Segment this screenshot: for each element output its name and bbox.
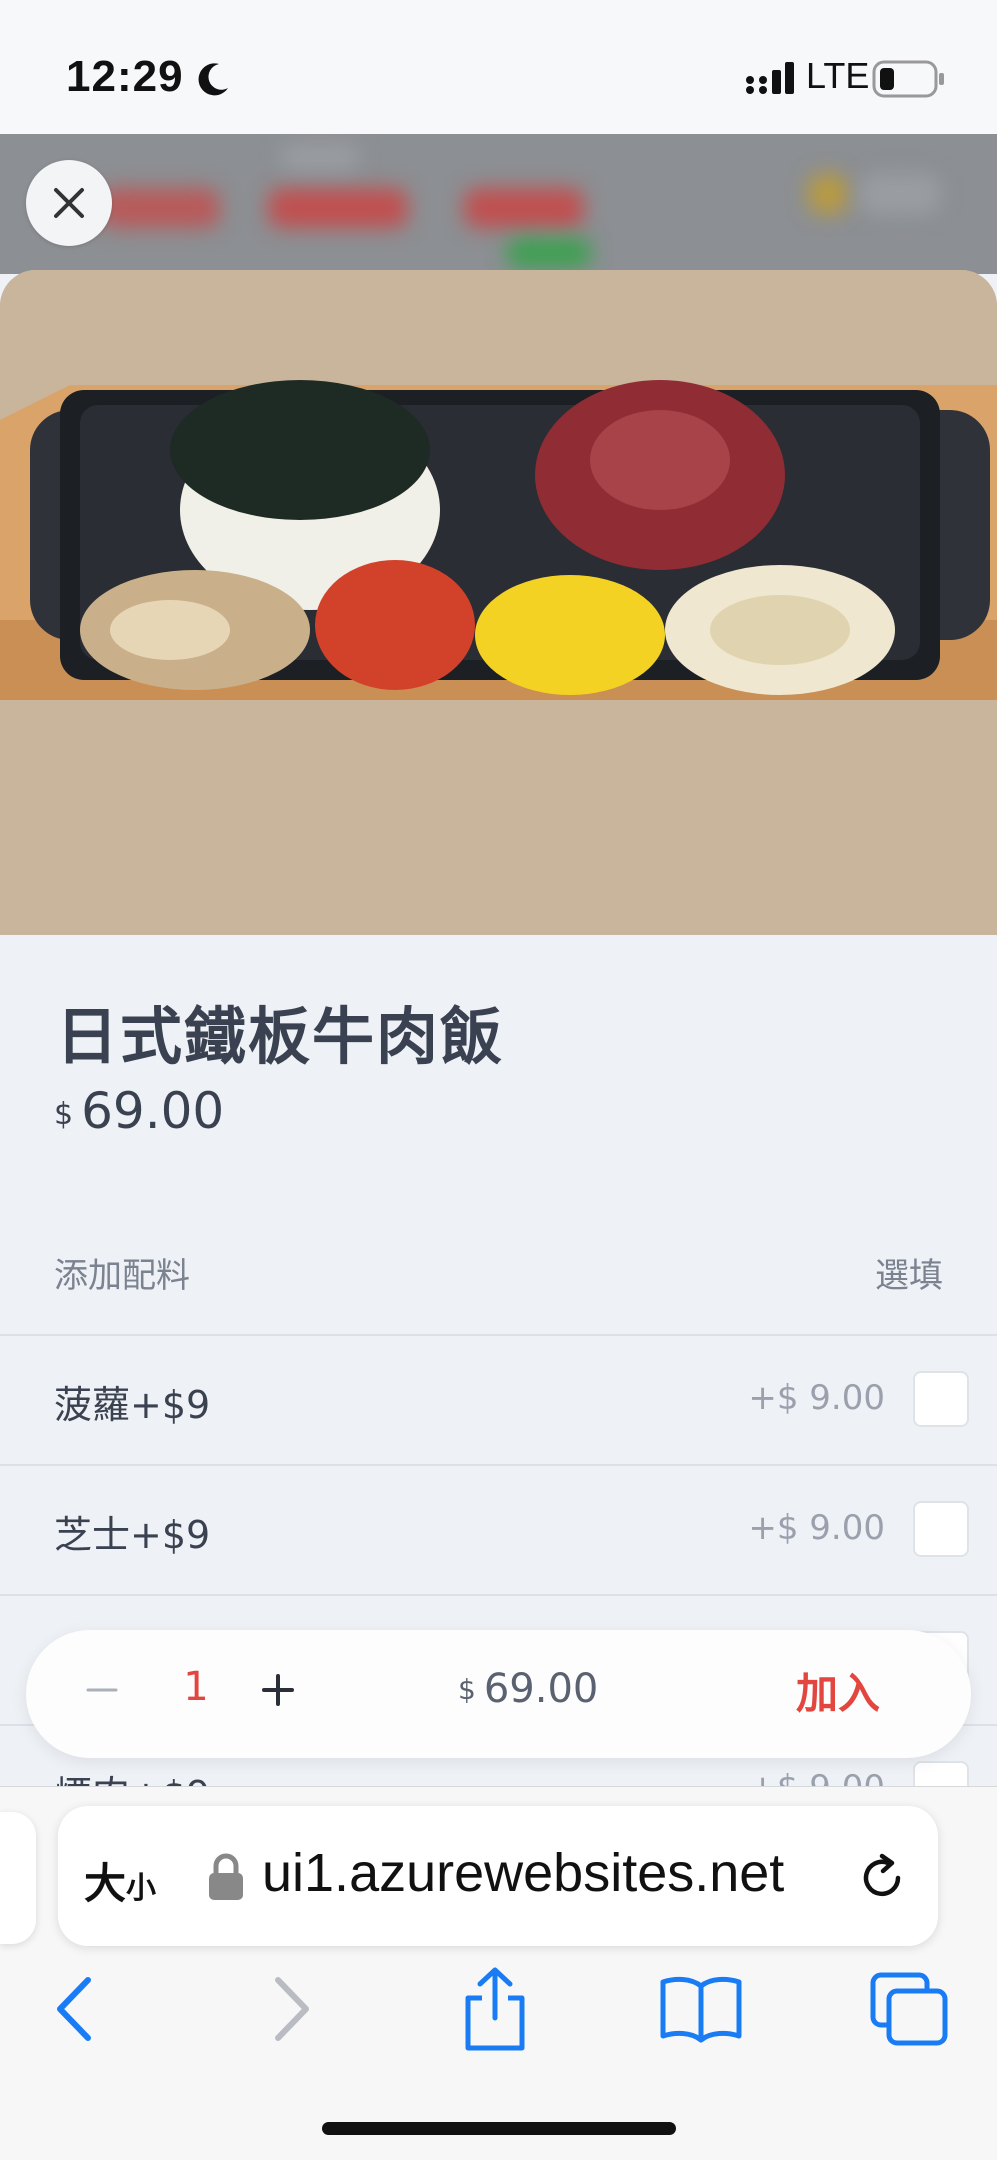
cart-bar: 1 $69.00 加入 (26, 1630, 971, 1758)
network-label: LTE (806, 55, 870, 96)
cart-total-currency: $ (458, 1673, 476, 1706)
text-size-button[interactable]: 大小 (84, 1850, 156, 1911)
option-price: +$ 9.00 (748, 1508, 885, 1548)
status-bar: 12:29 LTE (0, 0, 997, 134)
quantity-value: 1 (183, 1664, 209, 1710)
minus-icon (86, 1688, 118, 1692)
quantity-increase-button[interactable] (248, 1660, 308, 1720)
share-icon (465, 1967, 525, 2051)
product-title: 日式鐵板牛肉飯 (56, 1000, 505, 1073)
reload-icon[interactable] (854, 1850, 910, 1906)
text-size-small-glyph: 小 (126, 1871, 157, 1906)
moon-icon (198, 63, 228, 96)
product-image (0, 270, 997, 935)
forward-button[interactable] (246, 1964, 336, 2054)
close-button[interactable] (26, 160, 112, 246)
option-row-pineapple[interactable]: 菠蘿+$9 +$ 9.00 (0, 1334, 997, 1464)
cart-total-value: 69.00 (483, 1666, 599, 1712)
background-page (0, 134, 997, 274)
option-checkbox[interactable] (913, 1501, 969, 1557)
tabs-icon (870, 1972, 948, 2046)
quantity-decrease-button[interactable] (72, 1660, 132, 1720)
url-text[interactable]: ui1.azurewebsites.net (262, 1842, 784, 1904)
share-button[interactable] (450, 1964, 540, 2054)
bookmarks-button[interactable] (656, 1964, 746, 2054)
address-bar[interactable]: 大小 ui1.azurewebsites.net (58, 1806, 938, 1946)
status-time: 12:29 (66, 52, 184, 101)
option-checkbox[interactable] (913, 1371, 969, 1427)
chevron-right-icon (275, 1977, 309, 2041)
previous-tab-preview[interactable] (0, 1812, 36, 1944)
battery-icon (872, 60, 944, 98)
product-sheet: 日式鐵板牛肉飯 $69.00 添加配料 選填 菠蘿+$9 +$ 9.00 芝士+… (0, 270, 997, 1790)
option-name: 菠蘿+$9 (54, 1383, 211, 1427)
home-indicator (322, 2122, 676, 2135)
text-size-large-glyph: 大 (84, 1859, 127, 1908)
option-row-cheese[interactable]: 芝士+$9 +$ 9.00 (0, 1464, 997, 1594)
option-name: 芝士+$9 (54, 1513, 211, 1557)
add-to-cart-button[interactable]: 加入 (796, 1660, 880, 1721)
chevron-left-icon (57, 1977, 91, 2041)
product-price: $69.00 (54, 1082, 224, 1140)
book-icon (660, 1976, 742, 2043)
close-icon (54, 188, 84, 218)
signal-icon (746, 62, 794, 94)
price-currency: $ (54, 1097, 74, 1132)
tabs-button[interactable] (864, 1964, 954, 2054)
option-price: +$ 9.00 (748, 1378, 885, 1418)
back-button[interactable] (30, 1964, 120, 2054)
options-section-title: 添加配料 (54, 1256, 190, 1296)
lock-icon (209, 1853, 243, 1900)
options-section-hint: 選填 (875, 1256, 943, 1296)
options-section-header: 添加配料 選填 (0, 1248, 997, 1310)
price-value: 69.00 (81, 1082, 225, 1140)
cart-total: $69.00 (458, 1666, 598, 1712)
plus-icon (262, 1674, 294, 1706)
